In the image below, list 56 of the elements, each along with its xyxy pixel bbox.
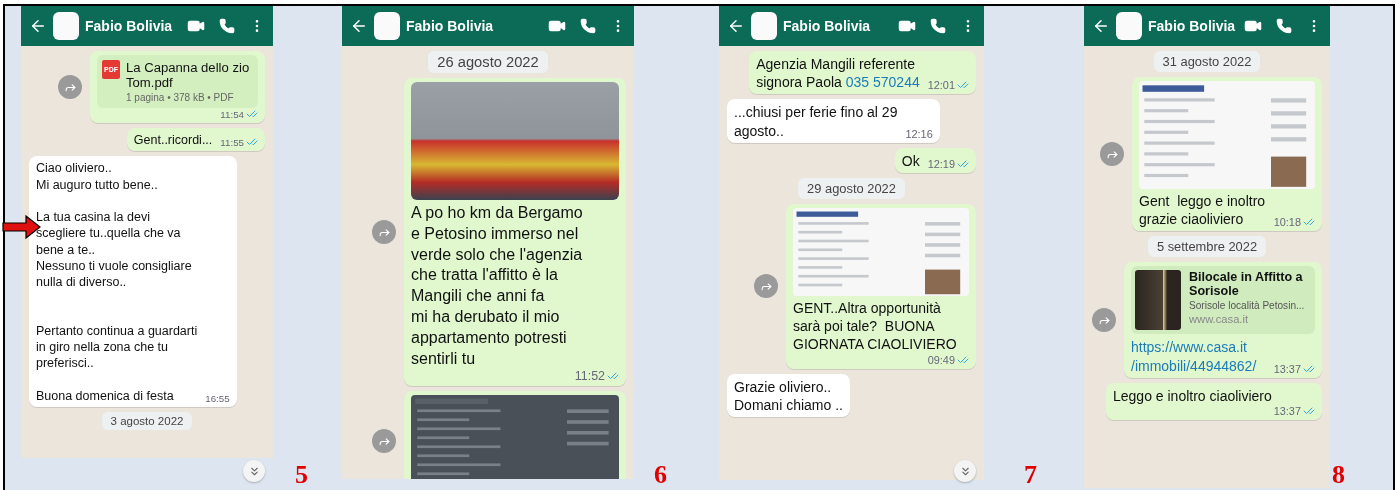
- back-icon[interactable]: [350, 17, 368, 35]
- message-time: 10:18: [1273, 216, 1301, 229]
- date-chip: 3 agosto 2022: [101, 412, 193, 430]
- message-time: 16:55: [205, 393, 230, 404]
- figure-number: 7: [1024, 462, 1037, 488]
- contact-name: Fabio Bolivia: [406, 18, 495, 34]
- date-chip: 26 agosto 2022: [428, 51, 548, 73]
- back-icon[interactable]: [727, 17, 745, 35]
- message-time: 11:55: [220, 136, 244, 148]
- back-icon[interactable]: [1092, 17, 1110, 35]
- message-time: 13:37: [1273, 362, 1301, 375]
- contact-name: Fabio Bolivia: [783, 18, 872, 34]
- preview-title: Bilocale in Affitto a Sorisole: [1189, 270, 1304, 299]
- figure-number: 6: [654, 462, 667, 488]
- link-preview[interactable]: Bilocale in Affitto a Sorisole Sorisole località Petosin... www.casa.it: [1131, 266, 1315, 335]
- phone-icon[interactable]: [930, 18, 946, 34]
- figure-number: 5: [295, 462, 308, 488]
- preview-description: Sorisole località Petosin...: [1189, 300, 1305, 312]
- avatar: [1116, 12, 1142, 40]
- url-link[interactable]: https://www.casa.it /immobili/44944862/: [1131, 338, 1257, 375]
- message-time: 11:54: [220, 108, 244, 120]
- phone-icon[interactable]: [1276, 18, 1292, 34]
- figure-number: 8: [1332, 462, 1345, 488]
- message-time: 12:16: [905, 127, 933, 140]
- avatar: [53, 12, 79, 40]
- contact-name: Fabio Bolivia: [1148, 18, 1237, 34]
- phone-link[interactable]: 035 570244: [845, 74, 920, 91]
- message-text: Gent..ricordi...: [133, 132, 213, 149]
- avatar: [751, 12, 777, 40]
- scroll-down-button[interactable]: [243, 460, 265, 482]
- message-time: 11:52: [574, 369, 605, 384]
- message-text: Agenzia Mangili referente signora Paola 035 570244: [756, 55, 920, 92]
- message-time: 12:19: [927, 157, 955, 170]
- message-text: GENT..Altra opportunità sarà poi tale? BUONA GIORNATA CIAOLIVIERO: [793, 298, 957, 354]
- date-chip: 31 agosto 2022: [1153, 51, 1261, 72]
- contact-name: Fabio Bolivia: [85, 18, 174, 34]
- file-name: La Capanna dello zio Tom.pdf: [126, 60, 250, 90]
- date-chip: 29 agosto 2022: [798, 177, 905, 199]
- preview-domain: www.casa.it: [1189, 313, 1250, 326]
- message-text: Leggo e inoltro ciaoliviero: [1113, 386, 1272, 405]
- back-icon[interactable]: [29, 17, 47, 35]
- message-text: A po ho km da Bergamo e Petosino immerso nel verde solo che l'agenzia che tratta l'affitto è la Mangili che anni fa mi ha derubato il mio appartamento potresti sentirli tu: [411, 203, 583, 369]
- phone-icon[interactable]: [219, 18, 235, 34]
- message-text: Ok: [901, 151, 920, 170]
- file-details: 1 pagina • 378 kB • PDF: [126, 92, 235, 103]
- phone-icon[interactable]: [580, 18, 596, 34]
- photo-placeholder: [1135, 270, 1181, 331]
- date-chip: 5 settembre 2022: [1147, 236, 1267, 258]
- message-time: 13:37: [1273, 404, 1301, 417]
- message-text: Ciao oliviero.. Mi auguro tutto bene.. La tua casina la devi scegliere tu..quella che va bene a te.. Nessuno ti vuole consigliare nulla di diverso.. Pertanto continua a guardarti in giro nella zona che tu preferisci.. Buona domenica di festa: [36, 160, 198, 404]
- message-time: 12:01: [927, 79, 955, 92]
- message-time: 09:49: [927, 353, 955, 366]
- message-text: Gent leggo e inoltro grazie ciaoliviero: [1139, 192, 1266, 229]
- avatar: [374, 12, 400, 40]
- message-text: Grazie oliviero.. Domani chiamo ..: [734, 377, 843, 414]
- message-text: ...chiusi per ferie fino al 29 agosto..: [734, 103, 898, 140]
